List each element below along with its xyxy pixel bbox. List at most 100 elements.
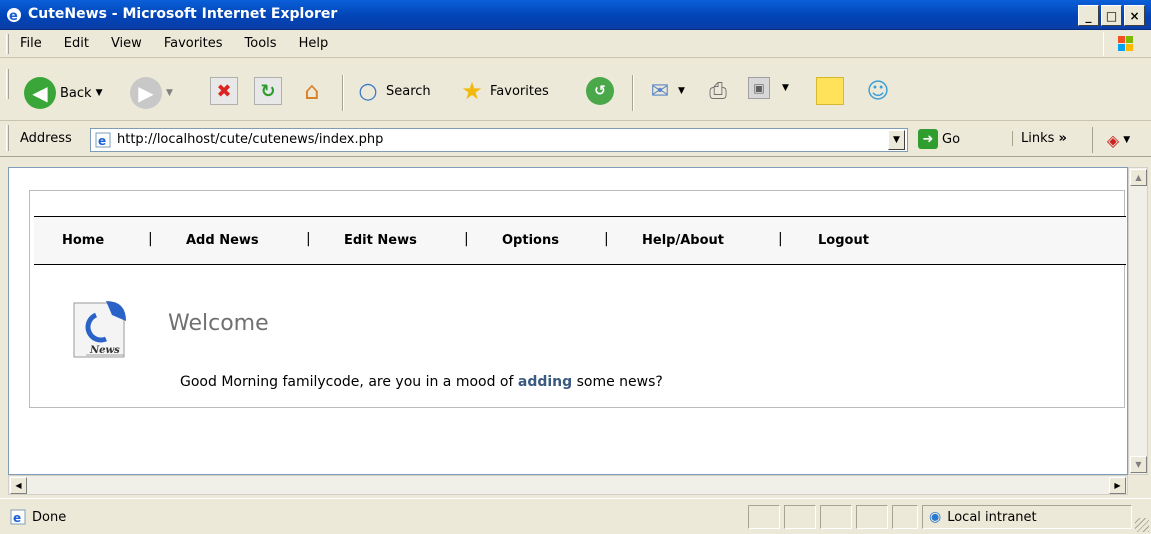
links-label: Links <box>1021 131 1055 146</box>
news-icon: News <box>73 301 126 358</box>
adding-link[interactable]: adding <box>518 374 572 390</box>
refresh-icon: ↻ <box>254 77 282 105</box>
close-button[interactable]: × <box>1124 5 1145 26</box>
discuss-button[interactable] <box>816 77 844 105</box>
menu-file[interactable]: File <box>20 36 42 51</box>
menu-items: File Edit View Favorites Tools Help <box>20 36 328 51</box>
forward-dropdown-icon[interactable]: ▼ <box>166 88 173 98</box>
nav-separator: | <box>778 231 783 247</box>
title-bar: e CuteNews - Microsoft Internet Explorer… <box>0 0 1151 30</box>
forward-arrow-icon: ▶ <box>130 77 162 109</box>
back-dropdown-icon[interactable]: ▼ <box>96 88 103 98</box>
scroll-left-icon[interactable]: ◀ <box>10 477 27 494</box>
cutenews-panel: Home | Add News | Edit News | Options | … <box>29 190 1126 408</box>
note-icon <box>816 77 844 105</box>
security-zone[interactable]: ◉ Local intranet <box>922 505 1132 529</box>
mail-button[interactable]: ✉ ▼ <box>646 77 685 105</box>
status-cell <box>820 505 852 529</box>
toolbar-grip[interactable] <box>6 69 9 99</box>
edit-button[interactable]: ▣ ▼ <box>748 77 789 99</box>
nav-help-about[interactable]: Help/About <box>642 233 724 248</box>
nav-logout[interactable]: Logout <box>818 233 869 248</box>
status-cell <box>748 505 780 529</box>
refresh-button[interactable]: ↻ <box>254 77 282 105</box>
nav-rule-bottom <box>34 264 1126 265</box>
addon-button[interactable]: ◈ ▼ <box>1092 127 1144 153</box>
menu-view[interactable]: View <box>111 36 142 51</box>
menu-edit[interactable]: Edit <box>64 36 89 51</box>
nav-edit-news[interactable]: Edit News <box>344 233 417 248</box>
print-button[interactable]: ⎙ <box>704 77 732 105</box>
address-input[interactable]: e http://localhost/cute/cutenews/index.p… <box>90 128 908 152</box>
ie-icon: e <box>7 8 21 23</box>
status-bar: e Done ◉ Local intranet <box>0 498 1151 534</box>
search-button[interactable]: ○ Search <box>354 77 430 105</box>
ie-status-icon: e <box>10 509 26 525</box>
search-icon: ○ <box>358 78 378 104</box>
horizontal-scrollbar[interactable]: ◀ ▶ <box>8 475 1128 495</box>
menu-tools[interactable]: Tools <box>245 36 277 51</box>
restore-button[interactable]: □ <box>1101 5 1122 26</box>
greeting-before: Good Morning familycode, are you in a mo… <box>180 374 518 390</box>
edit-dropdown-icon[interactable]: ▼ <box>782 83 789 93</box>
minimize-button[interactable]: _ <box>1078 5 1099 26</box>
history-icon: ↺ <box>586 77 614 105</box>
scroll-up-icon[interactable]: ▲ <box>1130 169 1147 186</box>
nav-add-news[interactable]: Add News <box>186 233 259 248</box>
links-button[interactable]: Links » <box>1012 131 1067 146</box>
address-grip[interactable] <box>6 125 9 151</box>
forward-button[interactable]: ▶ ▼ <box>130 77 173 109</box>
toolbar-separator <box>632 75 634 111</box>
greeting-after: some news? <box>572 374 663 390</box>
menu-favorites[interactable]: Favorites <box>164 36 223 51</box>
scroll-down-icon[interactable]: ▼ <box>1130 456 1147 473</box>
status-left: e Done <box>10 509 66 525</box>
news-icon-label: News <box>89 345 120 356</box>
favorites-button[interactable]: ★ Favorites <box>458 77 549 105</box>
window-controls: _ □ × <box>1078 5 1145 26</box>
go-label: Go <box>942 131 961 147</box>
menu-bar: File Edit View Favorites Tools Help <box>0 30 1151 58</box>
favorites-label: Favorites <box>490 83 549 99</box>
messenger-icon: ☺ <box>866 78 890 104</box>
go-button[interactable]: ➜ Go <box>918 129 960 149</box>
scroll-right-icon[interactable]: ▶ <box>1109 477 1126 494</box>
messenger-button[interactable]: ☺ <box>864 77 892 105</box>
printer-icon: ⎙ <box>709 78 727 104</box>
menu-help[interactable]: Help <box>299 36 329 51</box>
svg-text:e: e <box>9 9 18 23</box>
back-label: Back <box>60 85 92 101</box>
back-arrow-icon: ◀ <box>24 77 56 109</box>
intranet-globe-icon: ◉ <box>929 509 942 525</box>
cutenews-nav: Home | Add News | Edit News | Options | … <box>34 217 1126 264</box>
history-button[interactable]: ↺ <box>586 77 614 105</box>
zone-label: Local intranet <box>947 509 1037 525</box>
back-button[interactable]: ◀ Back ▼ <box>24 77 102 109</box>
nav-options[interactable]: Options <box>502 233 559 248</box>
address-bar: Address e http://localhost/cute/cutenews… <box>0 121 1151 157</box>
mail-icon: ✉ <box>650 78 670 104</box>
window-title: CuteNews - Microsoft Internet Explorer <box>28 6 338 22</box>
status-cell <box>784 505 816 529</box>
nav-separator: | <box>604 231 609 247</box>
stop-button[interactable]: ✖ <box>210 77 238 105</box>
home-button[interactable]: ⌂ <box>298 77 326 105</box>
vertical-scrollbar[interactable]: ▲ ▼ <box>1128 167 1148 475</box>
address-url: http://localhost/cute/cutenews/index.php <box>117 132 384 147</box>
toolbar-separator <box>342 75 344 111</box>
welcome-heading: Welcome <box>168 311 269 336</box>
nav-home[interactable]: Home <box>62 233 104 248</box>
status-cell <box>856 505 888 529</box>
svg-text:e: e <box>13 511 21 525</box>
edit-page-icon: ▣ <box>748 77 770 99</box>
resize-grip[interactable] <box>1135 518 1149 532</box>
status-text: Done <box>32 509 67 525</box>
menu-grip[interactable] <box>6 34 9 54</box>
address-dropdown-icon[interactable]: ▼ <box>888 130 905 150</box>
address-label: Address <box>20 131 72 146</box>
pdf-addon-icon: ◈ <box>1106 130 1120 150</box>
addon-dropdown-icon[interactable]: ▼ <box>1123 135 1130 145</box>
svg-text:e: e <box>98 134 106 148</box>
go-arrow-icon: ➜ <box>918 129 938 149</box>
mail-dropdown-icon[interactable]: ▼ <box>678 86 685 96</box>
